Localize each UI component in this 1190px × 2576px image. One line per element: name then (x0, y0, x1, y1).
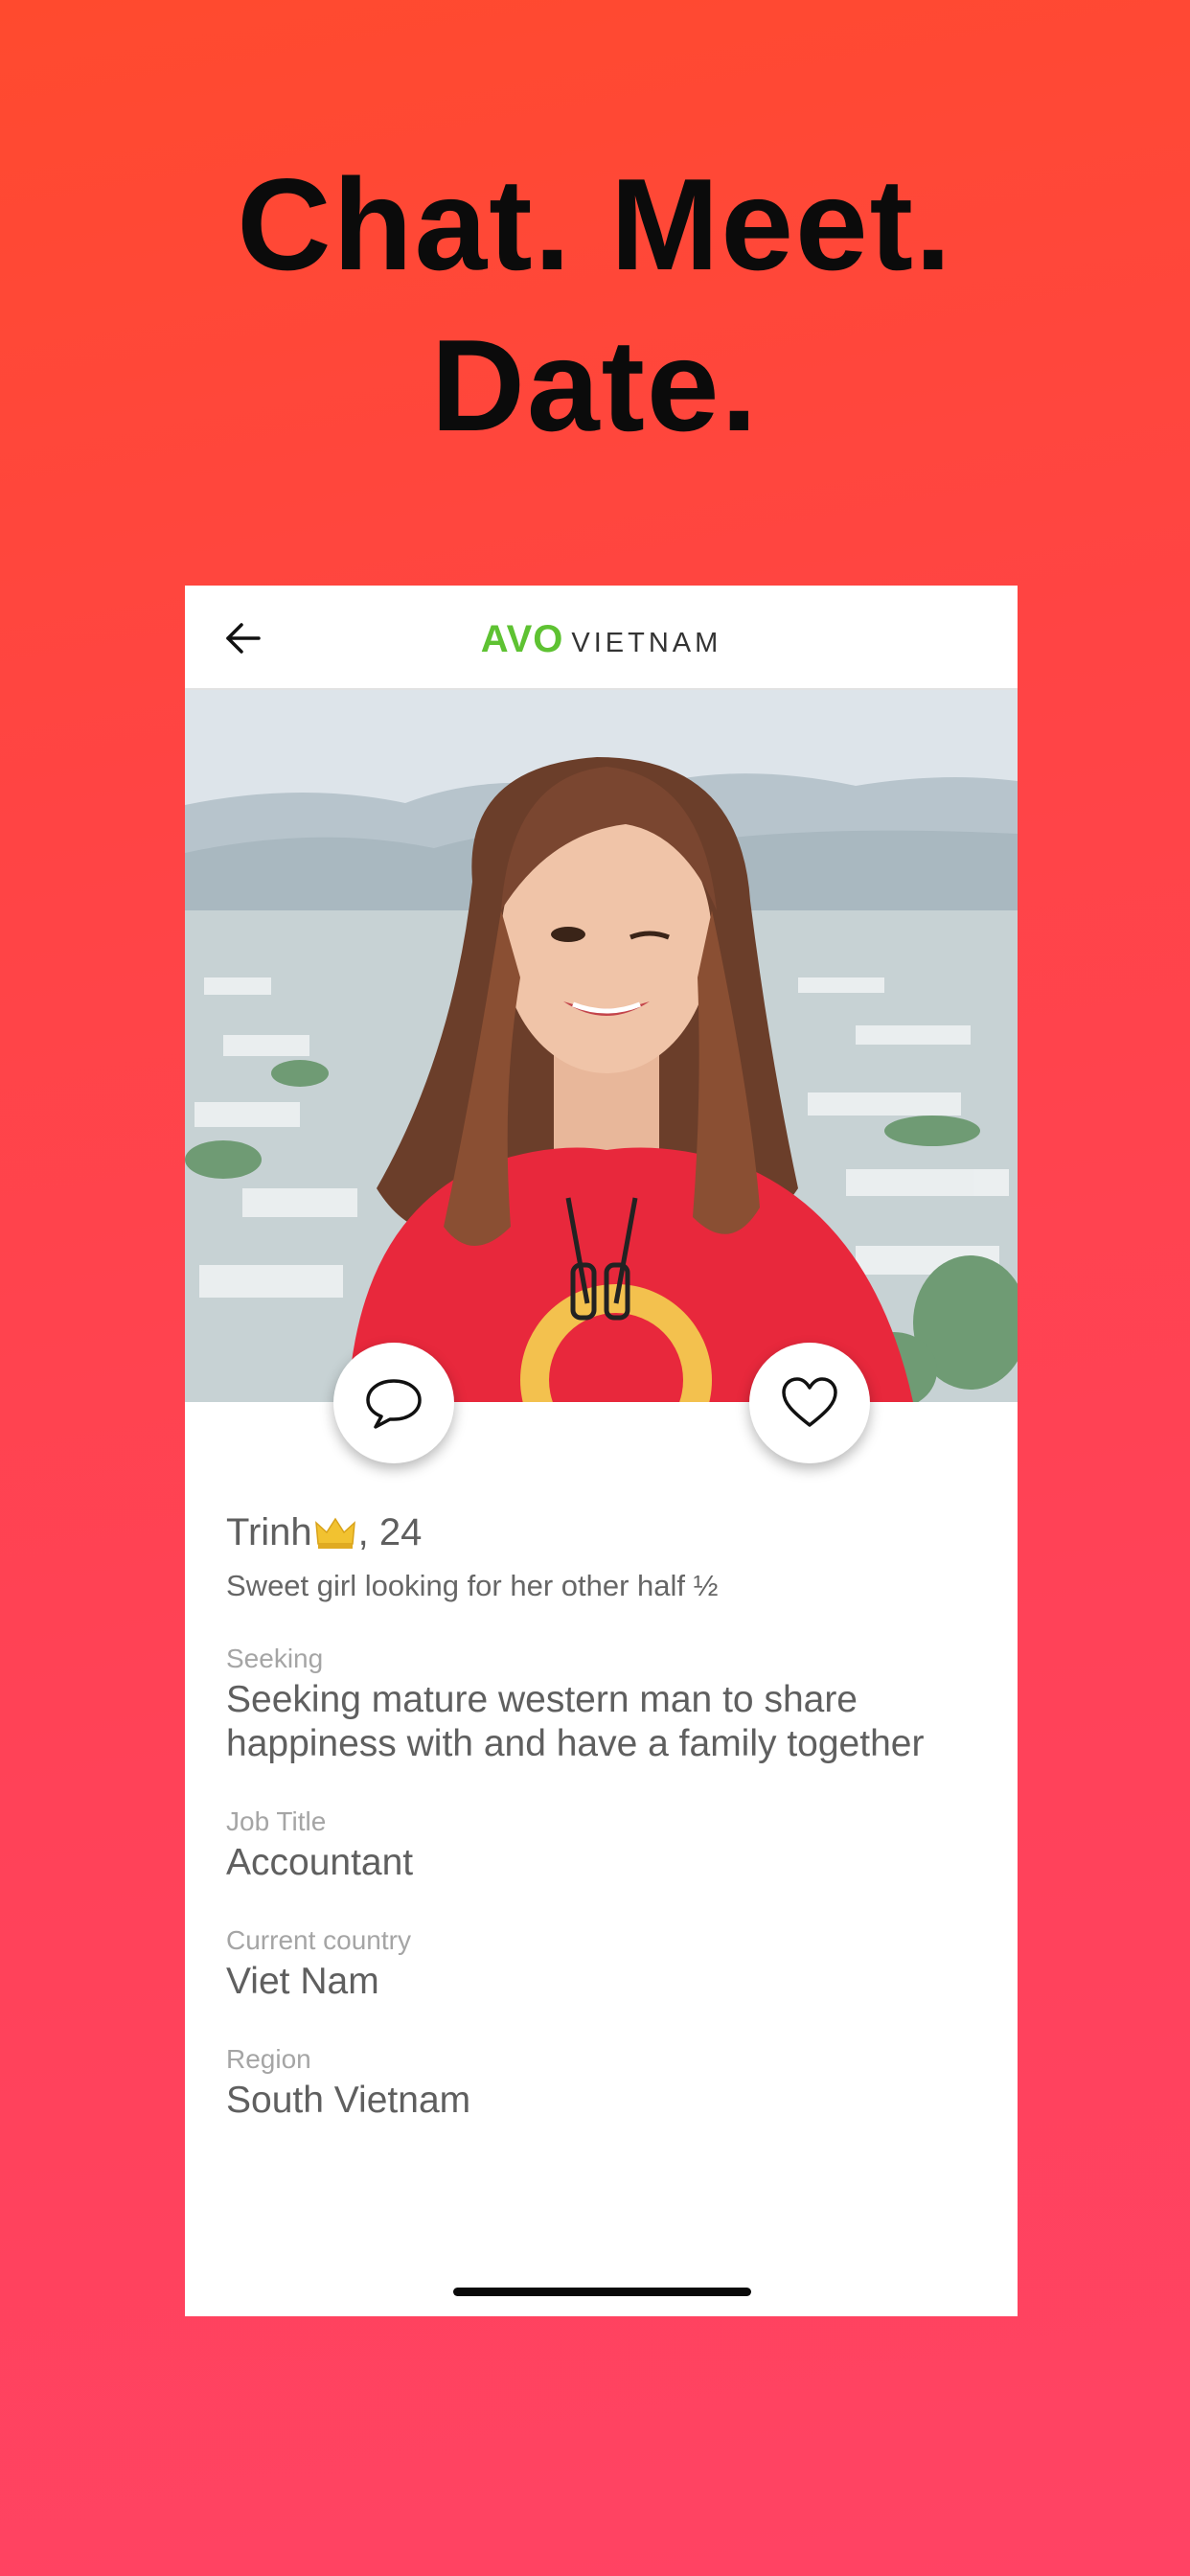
chat-button[interactable] (333, 1343, 454, 1463)
profile-name: Trinh (226, 1510, 312, 1553)
field-label-job-title: Job Title (226, 1806, 327, 1836)
brand-secondary: VIETNAM (571, 628, 722, 658)
field-value-job-title: Accountant (226, 1842, 414, 1883)
profile-info: Trinh , 24 Sweet girl looking for her ot… (226, 1506, 983, 2123)
like-button[interactable] (749, 1343, 870, 1463)
chat-bubble-icon (366, 1379, 422, 1429)
phone-screen: AVO VIETNAM Trinh , 24 Sweet girl lookin… (185, 586, 1018, 2316)
brand-logo: AVO VIETNAM (185, 618, 1018, 661)
profile-age: , 24 (357, 1510, 423, 1553)
crown-icon (314, 1517, 355, 1549)
headline-line-2: Date. (430, 312, 760, 458)
profile-photo-image (185, 690, 1018, 1402)
headline: Chat. Meet. Date. (0, 144, 1190, 466)
field-value-seeking: Seeking mature western man to share happ… (226, 1679, 925, 1764)
field-value-region: South Vietnam (226, 2080, 471, 2121)
heart-icon (782, 1377, 837, 1427)
profile-photo[interactable] (185, 690, 1018, 1402)
profile-tagline: Sweet girl looking for her other half ½ (226, 1569, 719, 1602)
home-indicator[interactable] (453, 2288, 751, 2296)
field-label-region: Region (226, 2044, 311, 2074)
field-value-current-country: Viet Nam (226, 1961, 379, 2002)
navbar: AVO VIETNAM (185, 586, 1018, 690)
field-label-current-country: Current country (226, 1925, 411, 1955)
name-row: Trinh , 24 (226, 1506, 983, 1559)
brand-primary: AVO (480, 618, 564, 660)
field-label-seeking: Seeking (226, 1644, 324, 1673)
headline-line-1: Chat. Meet. (237, 151, 953, 297)
